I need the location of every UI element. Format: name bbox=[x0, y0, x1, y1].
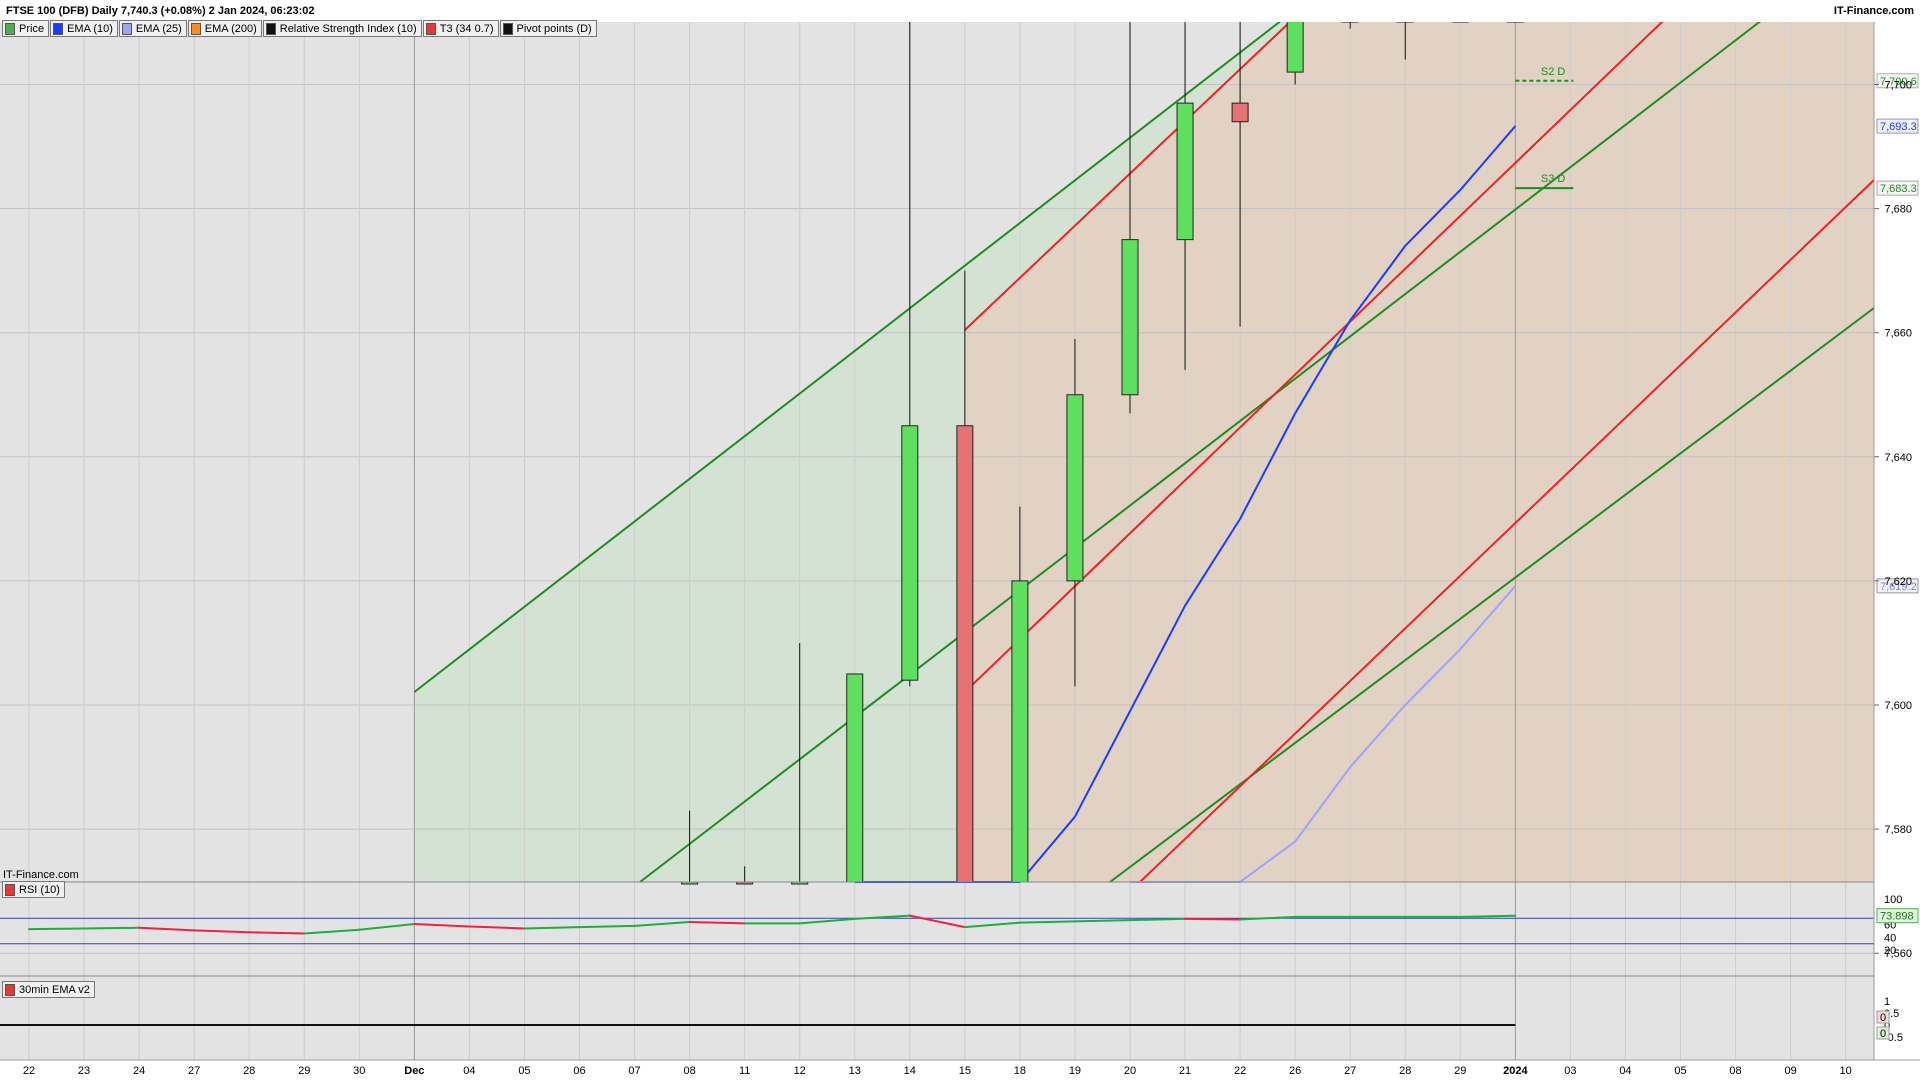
ema30-tick-label: 1 bbox=[1884, 996, 1890, 1008]
color-swatch-icon bbox=[502, 22, 513, 35]
rsi-swatch-icon bbox=[5, 883, 15, 896]
x-tick-label: 28 bbox=[243, 1065, 255, 1077]
x-tick-label: 05 bbox=[518, 1065, 530, 1077]
brand-label: IT-Finance.com bbox=[1833, 5, 1914, 17]
x-tick-label: 05 bbox=[1674, 1065, 1686, 1077]
rsi-segment bbox=[1018, 920, 1076, 924]
x-tick-label: 08 bbox=[1729, 1065, 1741, 1077]
header-bar: FTSE 100 (DFB) Daily 7,740.3 (+0.08%) 2 … bbox=[0, 0, 1920, 22]
legend-item-ema25[interactable]: EMA (25) bbox=[118, 20, 187, 37]
rsi-value-label: 73.898 bbox=[1880, 911, 1914, 923]
chart-title: FTSE 100 (DFB) Daily 7,740.3 (+0.08%) 2 … bbox=[6, 5, 315, 17]
legend-item-pivots[interactable]: Pivot points (D) bbox=[499, 20, 597, 37]
legend-item-price[interactable]: Price bbox=[2, 20, 50, 37]
x-tick-label: 07 bbox=[628, 1065, 640, 1077]
x-tick-label: 21 bbox=[1179, 1065, 1191, 1077]
x-tick-label: 22 bbox=[1234, 1065, 1246, 1077]
ema30-swatch-icon bbox=[5, 983, 15, 996]
color-swatch-icon bbox=[53, 22, 64, 35]
x-tick-label: 27 bbox=[188, 1065, 200, 1077]
rsi-segment bbox=[83, 926, 141, 930]
x-tick-label: 19 bbox=[1069, 1065, 1081, 1077]
x-tick-label: 28 bbox=[1399, 1065, 1411, 1077]
ema30-panel bbox=[0, 976, 1874, 1060]
y-tick-label: 7,580 bbox=[1884, 824, 1912, 836]
legend-item-ema200[interactable]: EMA (200) bbox=[187, 20, 262, 37]
x-tick-label: 23 bbox=[78, 1065, 90, 1077]
candle-bull bbox=[1011, 580, 1029, 883]
rsi-segment bbox=[1129, 917, 1187, 922]
x-tick-label: 20 bbox=[1124, 1065, 1136, 1077]
pivot-label: S2 D bbox=[1541, 66, 1566, 78]
price-label-text: 7,693.3 bbox=[1880, 121, 1917, 133]
x-tick-label: 08 bbox=[683, 1065, 695, 1077]
rsi-tick-label: 40 bbox=[1884, 932, 1896, 944]
x-tick-label: 14 bbox=[904, 1065, 916, 1077]
x-tick-label: 30 bbox=[353, 1065, 365, 1077]
candle-bull bbox=[1286, 19, 1304, 73]
rsi-segment bbox=[1073, 919, 1131, 923]
x-tick-label: 09 bbox=[1784, 1065, 1796, 1077]
rsi-segment bbox=[523, 926, 581, 930]
x-tick-label: Dec bbox=[404, 1065, 424, 1077]
color-swatch-icon bbox=[425, 22, 436, 35]
legend-item-t3[interactable]: T3 (34 0.7) bbox=[422, 20, 499, 37]
candle-bull bbox=[901, 425, 919, 681]
x-tick-label: 24 bbox=[133, 1065, 145, 1077]
pivot-price-label: 7,683.3 bbox=[1876, 180, 1919, 196]
y-tick-label: 7,600 bbox=[1884, 700, 1912, 712]
indicator-legend: Price EMA (10) EMA (25) EMA (200) Relati… bbox=[2, 20, 598, 37]
rsi-tick-label: 20 bbox=[1884, 945, 1896, 957]
y-tick-label: 7,680 bbox=[1884, 204, 1912, 216]
legend-item-ema10[interactable]: EMA (10) bbox=[50, 20, 118, 37]
x-tick-label: 26 bbox=[1289, 1065, 1301, 1077]
x-tick-label: 03 bbox=[1564, 1065, 1576, 1077]
x-tick-label: 15 bbox=[959, 1065, 971, 1077]
rsi-panel-label[interactable]: RSI (10) bbox=[2, 881, 65, 898]
rsi-tick-label: 100 bbox=[1884, 894, 1902, 906]
y-tick-label: 7,640 bbox=[1884, 452, 1912, 464]
color-swatch-icon bbox=[265, 22, 276, 35]
x-tick-label: 04 bbox=[1619, 1065, 1631, 1077]
y-tick-label: 7,700 bbox=[1884, 80, 1912, 92]
x-tick-label: 29 bbox=[1454, 1065, 1466, 1077]
x-tick-label: 12 bbox=[794, 1065, 806, 1077]
y-tick-label: 7,660 bbox=[1884, 328, 1912, 340]
watermark: IT-Finance.com bbox=[3, 869, 79, 881]
color-swatch-icon bbox=[5, 22, 15, 35]
x-tick-label: 11 bbox=[739, 1065, 750, 1077]
candle-bull bbox=[846, 673, 864, 883]
rsi-segment bbox=[1184, 917, 1242, 921]
rsi-segment bbox=[1459, 914, 1517, 918]
x-tick-label: 27 bbox=[1344, 1065, 1356, 1077]
x-tick-label: 06 bbox=[573, 1065, 585, 1077]
rsi-segment bbox=[248, 931, 306, 935]
ema30-value-label: 0 bbox=[1880, 1012, 1886, 1024]
legend-item-rsi[interactable]: Relative Strength Index (10) bbox=[262, 20, 422, 37]
x-tick-label: 22 bbox=[23, 1065, 35, 1077]
rsi-segment bbox=[28, 927, 86, 931]
rsi-panel bbox=[0, 882, 1874, 976]
x-tick-label: 2024 bbox=[1503, 1065, 1528, 1077]
pivot-price-text: 7,683.3 bbox=[1880, 183, 1917, 195]
candle-bear bbox=[1231, 102, 1249, 123]
color-swatch-icon bbox=[190, 22, 201, 35]
pivot-label: S3 D bbox=[1541, 173, 1566, 185]
chart[interactable]: R3 DR2 DR1 DPiv DS1 DS2 DS3 D 7,773.37,7… bbox=[0, 0, 1920, 1080]
candle-bull bbox=[1121, 239, 1139, 396]
y-tick-label: 7,620 bbox=[1884, 576, 1912, 588]
candle-bull bbox=[1066, 394, 1084, 582]
ema30-value-label: 0 bbox=[1880, 1028, 1886, 1040]
rsi-segment bbox=[578, 924, 636, 929]
x-tick-label: 18 bbox=[1014, 1065, 1026, 1077]
rsi-segment bbox=[688, 921, 746, 925]
ema30-panel-label[interactable]: 30min EMA v2 bbox=[2, 981, 95, 998]
x-tick-label: 10 bbox=[1840, 1065, 1852, 1077]
x-tick-label: 29 bbox=[298, 1065, 310, 1077]
color-swatch-icon bbox=[121, 22, 132, 35]
x-tick-label: 13 bbox=[849, 1065, 861, 1077]
candle-bear bbox=[956, 425, 974, 883]
x-tick-label: 04 bbox=[463, 1065, 475, 1077]
candle-bull bbox=[1176, 102, 1194, 241]
